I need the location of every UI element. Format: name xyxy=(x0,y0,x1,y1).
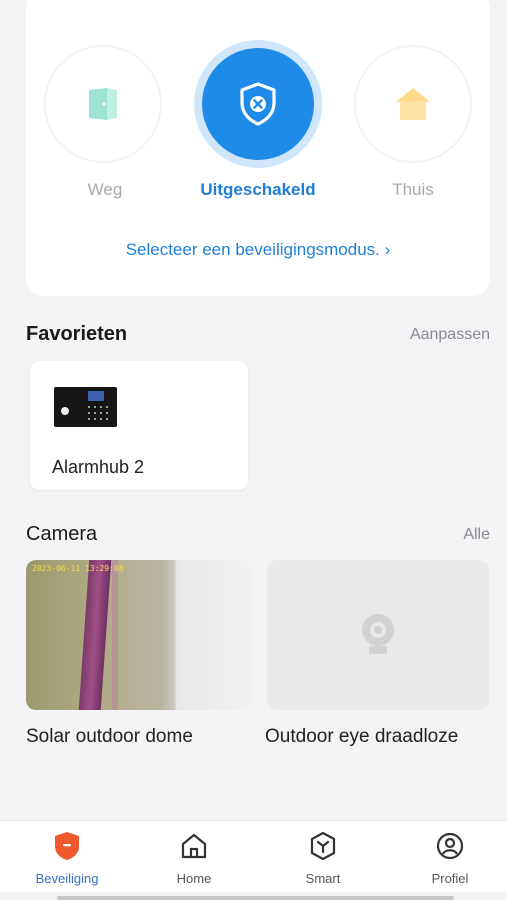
alarm-hub-thumbnail xyxy=(54,387,117,427)
home-indicator xyxy=(57,896,454,900)
camera-label: Outdoor eye draadlozе xyxy=(265,726,459,747)
camera-timestamp: 2023-06-11 13:29:08 xyxy=(32,564,124,573)
camera-all-link[interactable]: Alle xyxy=(463,526,490,544)
tab-beveiliging[interactable]: Beveiliging xyxy=(17,821,117,893)
tab-label: Home xyxy=(176,871,212,886)
away-mode-label: Weg xyxy=(87,180,123,199)
favorite-device-label: Alarmhub 2 xyxy=(52,457,145,477)
shield-x-icon xyxy=(240,82,276,126)
bottom-tab-bar: Beveiliging Home Smart Profiel xyxy=(0,820,507,892)
tab-smart[interactable]: Smart xyxy=(273,821,373,893)
shield-icon xyxy=(55,832,79,860)
tab-label: Smart xyxy=(305,871,341,886)
away-mode-button[interactable] xyxy=(44,45,162,163)
home-mode-button[interactable] xyxy=(354,45,472,163)
profile-icon xyxy=(436,832,464,860)
house-icon xyxy=(181,833,207,859)
camera-preview-outdoor-eye[interactable] xyxy=(267,560,489,710)
favorite-device-card[interactable]: Alarmhub 2 xyxy=(30,361,248,490)
smart-icon xyxy=(310,831,336,861)
security-mode-card: Weg Uitgeschakeld Thuis Selecteer een be… xyxy=(26,0,490,296)
tab-home[interactable]: Home xyxy=(144,821,244,893)
door-icon xyxy=(89,88,117,120)
tab-label: Profiel xyxy=(431,871,469,886)
favorites-title: Favorieten xyxy=(26,323,128,345)
camera-preview-solar-dome[interactable]: 2023-06-11 13:29:08 xyxy=(26,560,251,710)
disarmed-mode-button[interactable] xyxy=(194,40,322,168)
home-mode-label: Thuis xyxy=(392,180,434,199)
favorites-edit-link[interactable]: Aanpassen xyxy=(410,326,490,344)
select-mode-link[interactable]: Selecteer een beveiligingsmodus. › xyxy=(26,240,490,260)
camera-section-title: Camera xyxy=(26,523,98,545)
camera-label: Solar outdoor dome xyxy=(26,726,193,747)
tab-label: Beveiliging xyxy=(35,871,99,886)
camera-placeholder-icon xyxy=(362,614,394,654)
house-mode-icon xyxy=(396,88,430,120)
tab-profiel[interactable]: Profiel xyxy=(400,821,500,893)
disarmed-mode-label: Uitgeschakeld xyxy=(200,180,316,199)
